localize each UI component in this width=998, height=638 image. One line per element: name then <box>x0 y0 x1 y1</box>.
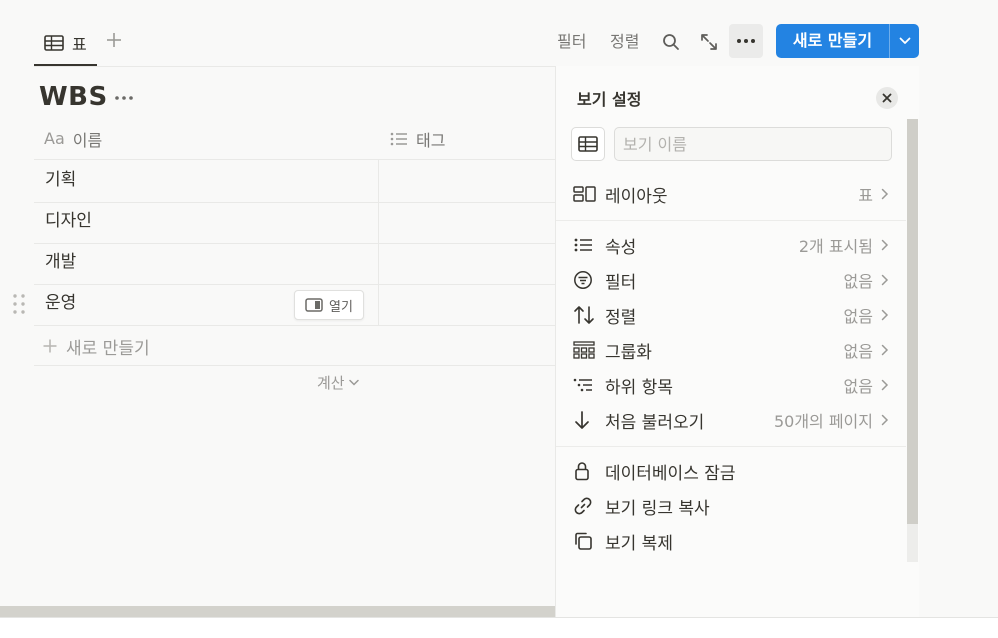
view-name-input[interactable] <box>614 127 892 161</box>
chevron-right-icon <box>879 414 891 426</box>
search-icon[interactable] <box>658 29 684 55</box>
new-button[interactable]: 새로 만들기 <box>776 24 919 58</box>
new-row-button[interactable]: 새로 만들기 <box>42 332 150 360</box>
tab-table-view[interactable]: 표 <box>34 22 97 66</box>
tab-label: 표 <box>72 35 87 54</box>
group-icon <box>573 341 605 359</box>
open-page-button[interactable]: 열기 <box>294 290 364 320</box>
panel-item-label: 필터 <box>605 272 637 293</box>
chevron-right-icon <box>879 344 891 356</box>
more-options-icon[interactable] <box>729 24 763 58</box>
panel-item-label: 하위 항목 <box>605 377 673 398</box>
panel-item-sort[interactable]: 정렬 없음 <box>573 299 891 331</box>
panel-item-filter[interactable]: 필터 없음 <box>573 264 891 296</box>
column-header-label: 이름 <box>72 130 103 150</box>
layout-icon <box>573 186 605 202</box>
database-title[interactable]: WBS <box>39 82 108 112</box>
panel-item-subitems[interactable]: 하위 항목 없음 <box>573 369 891 401</box>
column-header-tag[interactable]: 태그 <box>390 118 445 159</box>
column-header-label: 태그 <box>416 130 446 150</box>
chevron-down-icon <box>348 379 359 386</box>
chevron-right-icon <box>879 188 891 200</box>
sort-icon <box>573 305 605 325</box>
panel-item-properties[interactable]: 속성 2개 표시됨 <box>573 229 891 261</box>
panel-item-duplicate-view[interactable]: 보기 복제 <box>573 525 891 557</box>
table-row[interactable]: 운영 <box>45 283 76 324</box>
list-icon <box>573 237 605 253</box>
panel-item-lock-database[interactable]: 데이터베이스 잠금 <box>573 455 891 487</box>
panel-item-value: 50개의 페이지 <box>773 412 873 431</box>
panel-item-copy-link[interactable]: 보기 링크 복사 <box>573 490 891 522</box>
chevron-right-icon <box>879 309 891 321</box>
sort-button[interactable]: 정렬 <box>610 30 639 54</box>
row-divider <box>34 325 555 326</box>
panel-divider <box>556 220 906 221</box>
column-header-name[interactable]: Aa 이름 <box>44 118 102 159</box>
filter-icon <box>573 270 605 290</box>
panel-title: 보기 설정 <box>577 90 642 109</box>
row-divider <box>34 284 555 285</box>
calculate-button[interactable]: 계산 <box>317 372 359 393</box>
panel-item-value: 2개 표시됨 <box>798 237 873 256</box>
new-row-label: 새로 만들기 <box>66 338 150 359</box>
column-divider <box>378 159 379 325</box>
panel-item-value: 없음 <box>843 272 873 291</box>
plus-icon <box>42 338 58 354</box>
lock-icon <box>573 461 605 481</box>
panel-item-label: 속성 <box>605 237 637 258</box>
panel-item-label: 그룹화 <box>605 342 652 363</box>
drag-handle-icon[interactable] <box>12 292 26 316</box>
chevron-right-icon <box>879 379 891 391</box>
filter-button[interactable]: 필터 <box>557 30 586 54</box>
panel-item-label: 처음 불러오기 <box>605 412 705 433</box>
table-icon <box>44 35 64 51</box>
row-divider <box>34 365 555 366</box>
arrow-down-icon <box>573 410 605 430</box>
new-button-label: 새로 만들기 <box>792 31 873 50</box>
add-view-button[interactable] <box>104 30 124 50</box>
view-icon-picker[interactable] <box>571 127 605 161</box>
row-divider <box>34 159 555 160</box>
panel-item-label: 정렬 <box>605 307 637 328</box>
open-page-label: 열기 <box>329 299 353 315</box>
panel-item-group[interactable]: 그룹화 없음 <box>573 334 891 366</box>
calculate-label: 계산 <box>317 374 345 392</box>
panel-item-initial-load[interactable]: 처음 불러오기 50개의 페이지 <box>573 404 891 436</box>
link-icon <box>573 496 605 516</box>
title-more-icon[interactable] <box>115 88 135 108</box>
window-bottom-strip <box>0 618 998 638</box>
panel-item-layout[interactable]: 레이아웃 표 <box>573 178 891 210</box>
chevron-right-icon <box>879 239 891 251</box>
subitems-icon <box>573 377 605 393</box>
row-divider <box>34 202 555 203</box>
table-row[interactable]: 기획 <box>45 160 76 201</box>
panel-item-label: 보기 복제 <box>605 533 673 554</box>
close-icon[interactable] <box>876 87 898 109</box>
side-peek-icon <box>305 298 323 312</box>
duplicate-icon <box>573 531 605 551</box>
chevron-down-icon[interactable] <box>890 24 919 58</box>
list-icon <box>390 131 408 147</box>
panel-item-value: 없음 <box>843 307 873 326</box>
horizontal-scrollbar[interactable] <box>0 606 555 617</box>
panel-item-label: 레이아웃 <box>605 186 668 207</box>
panel-item-value: 없음 <box>843 377 873 396</box>
chevron-right-icon <box>879 274 891 286</box>
panel-item-value: 표 <box>858 186 873 205</box>
panel-item-value: 없음 <box>843 342 873 361</box>
aa-text-icon: Aa <box>44 129 65 148</box>
expand-icon[interactable] <box>696 29 722 55</box>
table-icon <box>578 136 598 152</box>
panel-item-label: 데이터베이스 잠금 <box>605 463 736 484</box>
row-divider <box>34 243 555 244</box>
table-row[interactable]: 디자인 <box>45 201 92 242</box>
panel-scrollbar-thumb[interactable] <box>907 119 918 524</box>
panel-item-label: 보기 링크 복사 <box>605 498 710 519</box>
table-row[interactable]: 개발 <box>45 242 76 283</box>
panel-divider <box>556 446 906 447</box>
